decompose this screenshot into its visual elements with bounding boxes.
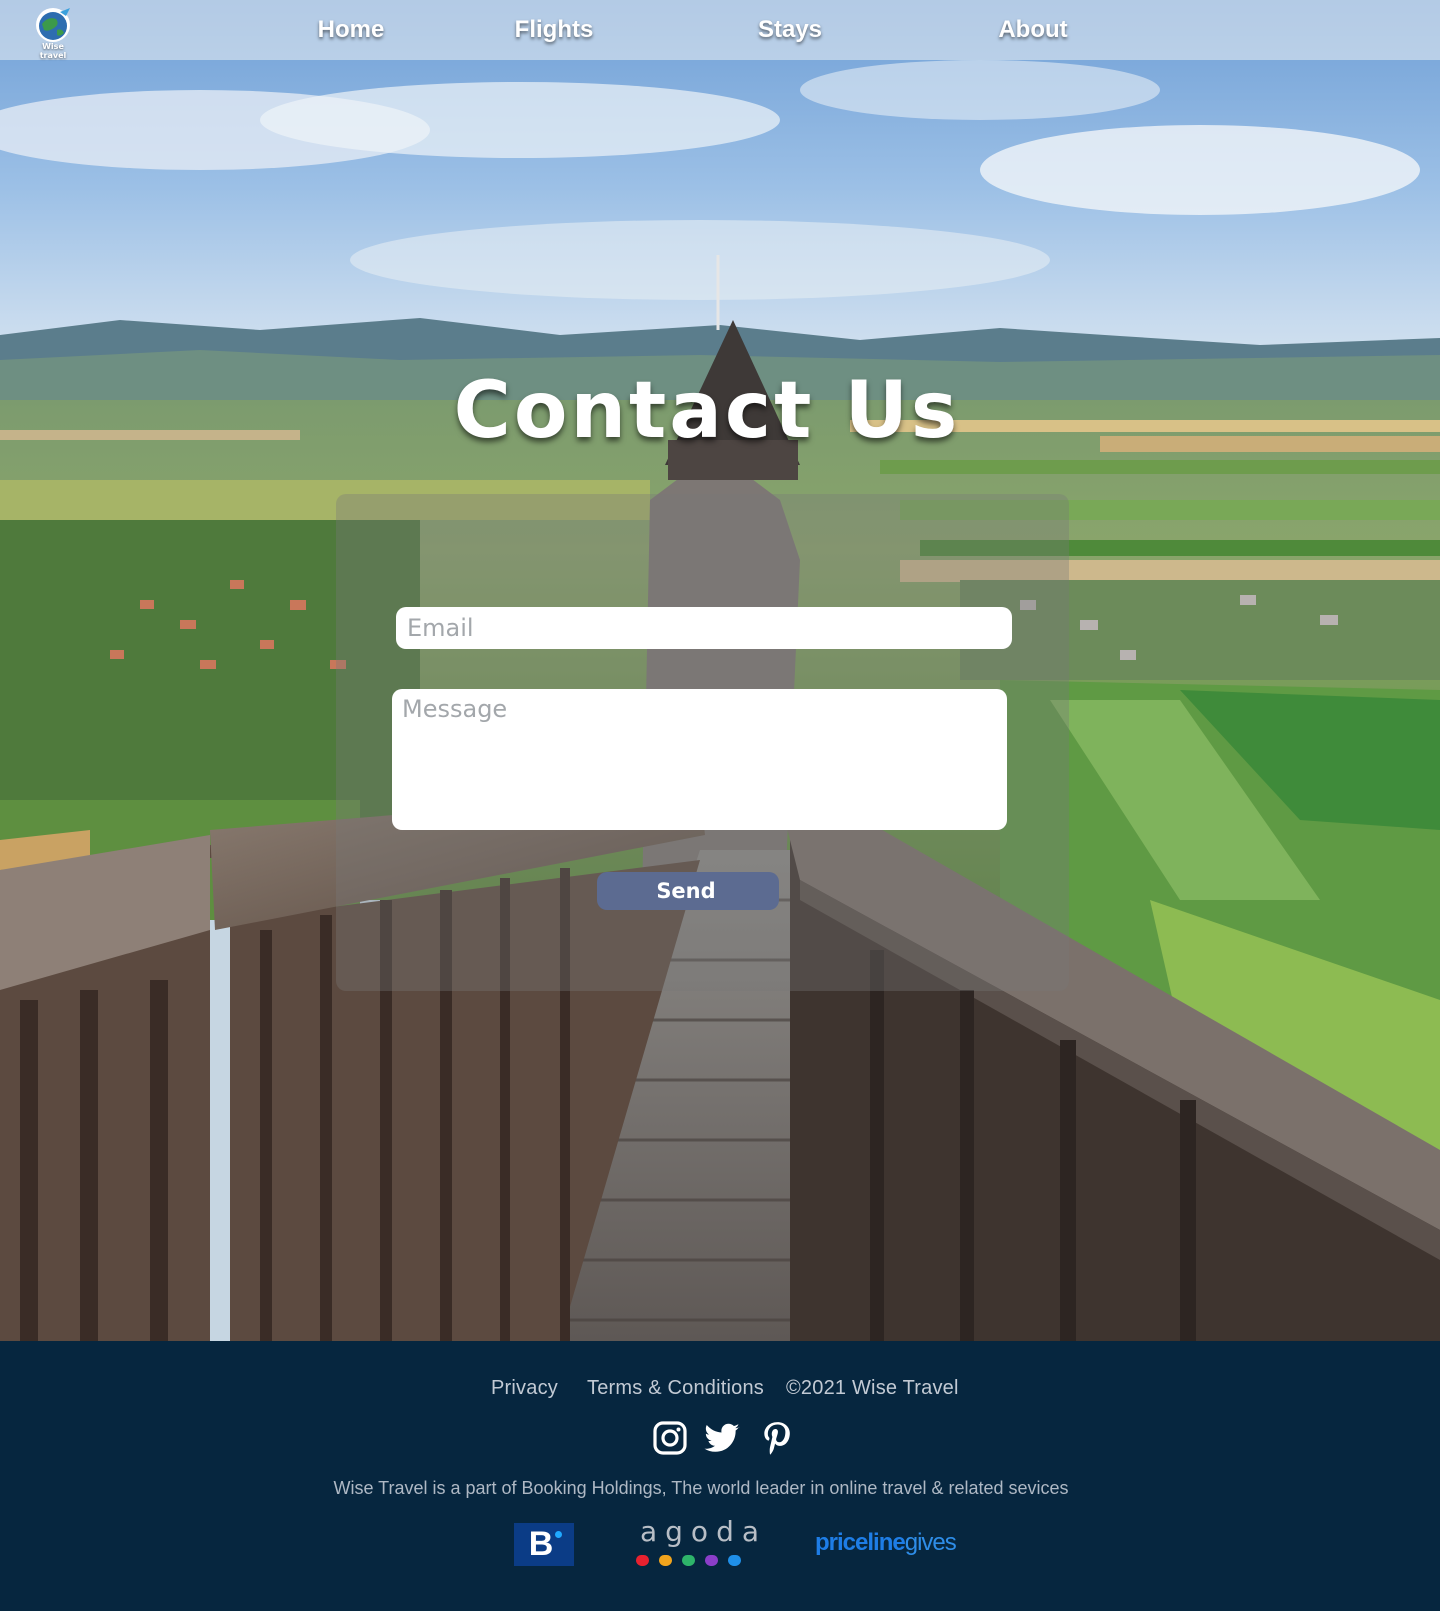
copyright-text: ©2021 Wise Travel bbox=[786, 1377, 959, 1399]
send-button[interactable]: Send bbox=[597, 872, 779, 910]
priceline-text: priceline bbox=[815, 1529, 906, 1556]
brand-logo[interactable]: Wise travel bbox=[30, 6, 76, 60]
priceline-gives-logo[interactable]: pricelinegives bbox=[815, 1529, 957, 1557]
page-title: Contact Us bbox=[453, 366, 961, 456]
agoda-logo[interactable]: agoda bbox=[634, 1515, 759, 1567]
globe-icon bbox=[36, 8, 70, 42]
nav-stays[interactable]: Stays bbox=[758, 16, 822, 44]
email-field[interactable] bbox=[396, 607, 1012, 649]
top-navigation: Wise travel Home Flights Stays About bbox=[0, 0, 1440, 60]
twitter-link[interactable] bbox=[703, 1419, 741, 1457]
nav-home[interactable]: Home bbox=[318, 16, 385, 44]
twitter-icon bbox=[704, 1423, 740, 1452]
agoda-logo-text: agoda bbox=[640, 1515, 767, 1548]
booking-logo[interactable]: B bbox=[514, 1523, 574, 1566]
pinterest-icon bbox=[764, 1422, 790, 1455]
terms-link[interactable]: Terms & Conditions bbox=[587, 1377, 764, 1400]
gives-text: gives bbox=[904, 1529, 957, 1556]
footer: Privacy Terms & Conditions ©2021 Wise Tr… bbox=[0, 1341, 1440, 1611]
nav-flights[interactable]: Flights bbox=[515, 16, 594, 44]
booking-logo-text: B bbox=[528, 1525, 554, 1563]
footer-tagline: Wise Travel is a part of Booking Holding… bbox=[333, 1478, 1069, 1498]
nav-about[interactable]: About bbox=[998, 16, 1067, 44]
instagram-link[interactable] bbox=[651, 1419, 689, 1457]
brand-name: Wise travel bbox=[39, 42, 67, 60]
pinterest-link[interactable] bbox=[758, 1419, 796, 1457]
privacy-link[interactable]: Privacy bbox=[491, 1377, 558, 1400]
message-field[interactable] bbox=[392, 689, 1007, 830]
agoda-dots-icon bbox=[634, 1555, 746, 1567]
booking-dot-icon bbox=[555, 1531, 562, 1538]
instagram-icon bbox=[653, 1421, 687, 1455]
